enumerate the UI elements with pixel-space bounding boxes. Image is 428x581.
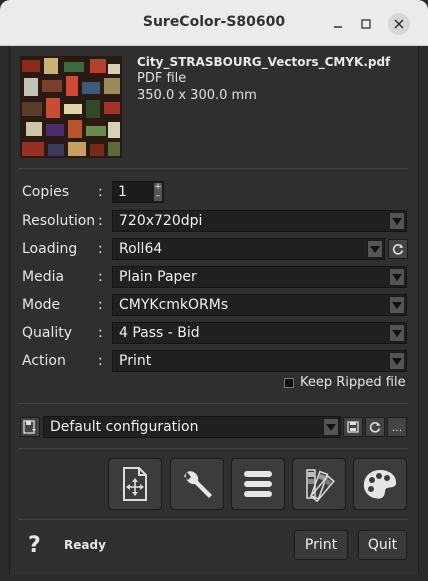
color-palette-button[interactable] — [353, 458, 407, 510]
refresh-icon — [392, 244, 404, 255]
decrement-button[interactable]: – — [154, 192, 162, 201]
loading-colon: : — [98, 241, 103, 257]
maximize-icon — [361, 19, 371, 29]
loading-value: Roll64 — [119, 241, 163, 257]
status-text: Ready — [64, 538, 106, 552]
file-info: City_STRASBOURG_Vectors_CMYK.pdf PDF fil… — [137, 55, 390, 103]
mode-value: CMYKcmkORMs — [119, 297, 229, 313]
palette-icon — [363, 470, 397, 499]
checkbox-box[interactable] — [284, 377, 294, 388]
color-swatch-icon — [306, 469, 335, 502]
mode-colon: : — [98, 297, 103, 313]
config-menu-button[interactable] — [20, 417, 40, 437]
media-select[interactable]: Plain Paper — [112, 266, 407, 288]
document-layout-button[interactable] — [108, 458, 162, 510]
action-label: Action — [22, 353, 66, 369]
file-type: PDF file — [137, 71, 187, 86]
file-dimensions: 350.0 x 300.0 mm — [137, 88, 257, 103]
chevron-down-icon — [389, 212, 405, 230]
resolution-value: 720x720dpi — [119, 213, 203, 229]
resolution-label: Resolution — [22, 213, 96, 229]
action-value: Print — [119, 353, 152, 369]
resolution-colon: : — [98, 213, 103, 229]
list-icon — [244, 471, 272, 497]
color-swatches-button[interactable] — [292, 458, 346, 510]
quality-colon: : — [98, 325, 103, 341]
file-thumbnail — [20, 56, 122, 158]
settings-tools-button[interactable] — [170, 458, 224, 510]
queue-list-button[interactable] — [231, 458, 285, 510]
close-icon — [394, 19, 404, 29]
file-name: City_STRASBOURG_Vectors_CMYK.pdf — [137, 55, 391, 69]
reload-config-button[interactable] — [365, 417, 385, 437]
chevron-down-icon — [367, 240, 383, 258]
media-colon: : — [98, 269, 103, 285]
chevron-down-icon — [389, 324, 405, 342]
divider — [18, 448, 408, 449]
title-bar: SureColor-S80600 — [0, 0, 428, 46]
quit-button[interactable]: Quit — [358, 530, 407, 560]
media-label: Media — [22, 269, 65, 285]
chevron-down-icon — [389, 296, 405, 314]
floppy-icon — [347, 421, 359, 433]
maximize-button[interactable] — [355, 13, 377, 35]
wrench-icon — [184, 471, 212, 498]
document-move-icon — [123, 467, 147, 501]
refresh-loading-button[interactable] — [388, 239, 408, 259]
divider — [18, 519, 408, 520]
quality-label: Quality — [22, 325, 73, 341]
quality-value: 4 Pass - Bid — [119, 325, 200, 341]
minimize-icon — [334, 26, 342, 28]
resolution-select[interactable]: 720x720dpi — [112, 210, 407, 232]
configuration-select[interactable]: Default configuration — [43, 416, 341, 438]
close-button[interactable] — [388, 13, 410, 35]
map-preview-image — [20, 56, 122, 158]
print-button[interactable]: Print — [294, 530, 348, 560]
quality-select[interactable]: 4 Pass - Bid — [112, 322, 407, 344]
action-select[interactable]: Print — [112, 350, 407, 372]
action-colon: : — [98, 353, 103, 369]
configuration-value: Default configuration — [50, 419, 199, 435]
refresh-icon — [369, 422, 381, 433]
chevron-down-icon — [389, 352, 405, 370]
keep-ripped-checkbox[interactable]: Keep Ripped file — [284, 375, 406, 390]
mode-select[interactable]: CMYKcmkORMs — [112, 294, 407, 316]
copies-value: 1 — [118, 184, 127, 200]
copies-stepper[interactable]: 1 + – — [112, 181, 164, 203]
help-icon[interactable]: ? — [28, 533, 41, 558]
loading-select[interactable]: Roll64 — [112, 238, 385, 260]
chevron-down-icon — [323, 418, 339, 436]
media-value: Plain Paper — [119, 269, 197, 285]
copies-colon: : — [98, 184, 103, 200]
chevron-down-icon — [389, 268, 405, 286]
loading-label: Loading — [22, 241, 78, 257]
more-config-button[interactable]: ... — [387, 417, 407, 437]
save-config-icon — [23, 420, 36, 434]
divider — [18, 403, 408, 404]
copies-label: Copies — [22, 184, 70, 200]
keep-ripped-label: Keep Ripped file — [300, 375, 406, 390]
mode-label: Mode — [22, 297, 61, 313]
save-config-button[interactable] — [343, 417, 363, 437]
divider — [18, 168, 408, 169]
minimize-button[interactable] — [327, 13, 349, 35]
